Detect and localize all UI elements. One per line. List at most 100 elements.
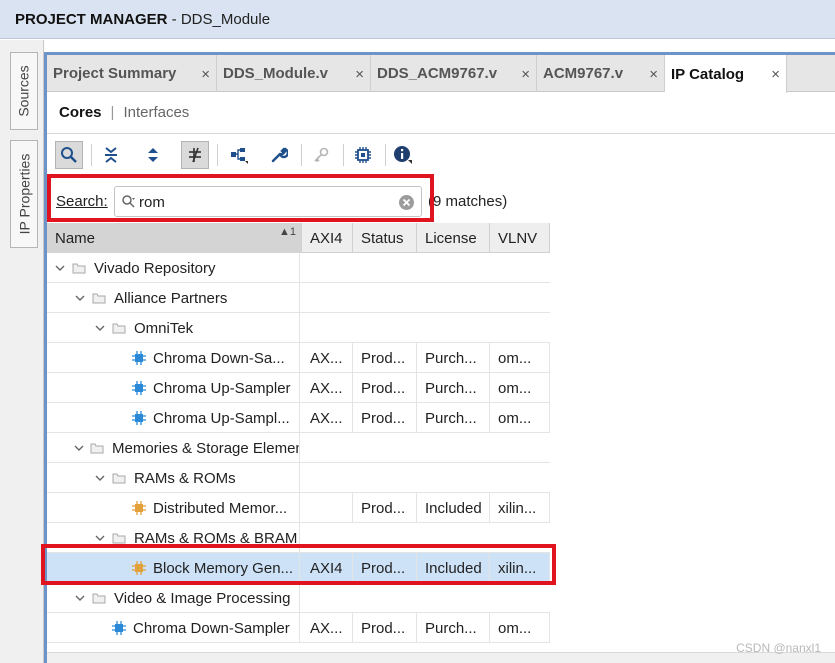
tab-label: ACM9767.v: [543, 65, 624, 82]
row-name: Chroma Up-Sampler: [153, 379, 291, 397]
settings-button[interactable]: [265, 141, 293, 169]
cell-status: Prod...: [353, 403, 417, 433]
watermark: CSDN @nanxl1: [736, 641, 821, 655]
table-row[interactable]: Chroma Down-Sampler AX... Prod... Purch... o…: [47, 613, 550, 643]
info-icon: [394, 146, 412, 164]
folder-icon: [112, 473, 126, 483]
info-button[interactable]: [389, 141, 417, 169]
cell-vlnv: om...: [490, 613, 550, 643]
chevron-down-icon[interactable]: [94, 472, 106, 484]
column-header-label: AXI4: [310, 229, 343, 247]
window-subtitle: - DDS_Module: [167, 10, 271, 28]
collapse-all-icon: [105, 147, 117, 163]
sources-side-tab[interactable]: Sources: [10, 52, 38, 130]
cell-vlnv: om...: [490, 343, 550, 373]
cell-axi4: AX...: [302, 403, 353, 433]
ip-properties-side-tab[interactable]: IP Properties: [10, 140, 38, 248]
tree-cell: Distributed Memor...: [113, 493, 300, 523]
row-name: OmniTek: [134, 319, 194, 337]
tab-dds-acm9767[interactable]: DDS_ACM9767.v ×: [371, 55, 537, 92]
column-header-vlnv[interactable]: VLNV: [490, 223, 550, 253]
close-icon[interactable]: ×: [521, 66, 530, 83]
tab-project-summary[interactable]: Project Summary ×: [47, 55, 217, 92]
close-icon[interactable]: ×: [649, 66, 658, 83]
row-name: Video & Image Processing: [114, 589, 291, 607]
tree-cell: Vivado Repository: [53, 253, 300, 283]
table-row[interactable]: Chroma Up-Sampler AX... Prod... Purch... om.…: [47, 373, 550, 403]
ip-properties-side-tab-label: IP Properties: [16, 153, 33, 235]
tree-cell: Alliance Partners: [73, 283, 300, 313]
chevron-down-icon[interactable]: [73, 442, 85, 454]
chevron-down-icon[interactable]: [94, 532, 106, 544]
cell-license: Included: [417, 493, 490, 523]
license-button[interactable]: [307, 141, 335, 169]
tab-acm9767[interactable]: ACM9767.v ×: [537, 55, 665, 92]
ip-core-icon: [132, 411, 146, 425]
table-row[interactable]: OmniTek: [47, 313, 550, 343]
column-header-label: VLNV: [498, 229, 538, 247]
chevron-down-icon[interactable]: [74, 592, 86, 604]
folder-icon: [72, 263, 86, 273]
table-row[interactable]: Video & Image Processing: [47, 583, 550, 613]
table-row[interactable]: Alliance Partners: [47, 283, 550, 313]
cell-vlnv: om...: [490, 373, 550, 403]
chevron-down-icon[interactable]: [74, 292, 86, 304]
table-row[interactable]: Vivado Repository: [47, 253, 550, 283]
row-name: RAMs & ROMs: [134, 469, 236, 487]
hierarchy-button[interactable]: [225, 141, 253, 169]
sort-order: 1: [289, 226, 296, 238]
toolbar-separator: [91, 144, 92, 166]
cell-status: Prod...: [353, 343, 417, 373]
tree-cell: RAMs & ROMs: [93, 463, 300, 493]
cell-license: Purch...: [417, 343, 490, 373]
tab-label: Project Summary: [53, 65, 177, 82]
column-header-axi4[interactable]: AXI4: [302, 223, 353, 253]
toolbar-separator: [343, 144, 344, 166]
ip-settings-button[interactable]: [349, 141, 377, 169]
catalog-toolbar: [47, 138, 835, 174]
sources-side-tab-label: Sources: [16, 65, 33, 117]
table-row[interactable]: RAMs & ROMs: [47, 463, 550, 493]
tab-label: DDS_Module.v: [223, 65, 329, 82]
column-header-name[interactable]: Name ▲1: [47, 223, 302, 253]
table-row[interactable]: Chroma Down-Sa... AX... Prod... Purch... om.…: [47, 343, 550, 373]
filter-toggle-icon: [189, 147, 201, 163]
chevron-down-icon[interactable]: [94, 322, 106, 334]
subtab-cores[interactable]: Cores: [59, 104, 102, 121]
folder-icon: [90, 443, 104, 453]
search-highlight-box: [47, 174, 434, 222]
wrench-icon: [271, 147, 288, 163]
horizontal-scrollbar[interactable]: [47, 652, 835, 663]
cell-license: Purch...: [417, 403, 490, 433]
column-header-license[interactable]: License: [417, 223, 490, 253]
table-row[interactable]: Distributed Memor... Prod... Included xilin…: [47, 493, 550, 523]
search-toggle-button[interactable]: [55, 141, 83, 169]
tab-dds-module[interactable]: DDS_Module.v ×: [217, 55, 371, 92]
collapse-all-button[interactable]: [97, 141, 125, 169]
close-icon[interactable]: ×: [771, 66, 780, 83]
cell-license: Purch...: [417, 373, 490, 403]
cell-vlnv: om...: [490, 403, 550, 433]
filter-toggle-button[interactable]: [181, 141, 209, 169]
table-row[interactable]: Memories & Storage Elements: [47, 433, 550, 463]
window-title-bar: PROJECT MANAGER - DDS_Module: [0, 0, 835, 39]
row-name: Alliance Partners: [114, 289, 228, 307]
row-name: Chroma Down-Sampler: [133, 619, 290, 637]
toolbar-separator: [217, 144, 218, 166]
folder-icon: [112, 323, 126, 333]
chevron-down-icon[interactable]: [54, 262, 66, 274]
hierarchy-icon: [231, 148, 248, 164]
row-highlight-box: [41, 544, 556, 585]
left-side-strip: Sources IP Properties: [0, 40, 44, 663]
close-icon[interactable]: ×: [355, 66, 364, 83]
column-header-status[interactable]: Status: [353, 223, 417, 253]
tree-cell: Chroma Down-Sa...: [113, 343, 300, 373]
cell-status: Prod...: [353, 373, 417, 403]
table-row[interactable]: Chroma Up-Sampl... AX... Prod... Purch... om…: [47, 403, 550, 433]
expand-all-button[interactable]: [139, 141, 167, 169]
tab-ip-catalog[interactable]: IP Catalog ×: [665, 55, 787, 93]
ip-core-icon: [132, 501, 146, 515]
subtab-interfaces[interactable]: Interfaces: [123, 104, 189, 121]
close-icon[interactable]: ×: [201, 66, 210, 83]
cell-vlnv: xilin...: [490, 493, 550, 523]
